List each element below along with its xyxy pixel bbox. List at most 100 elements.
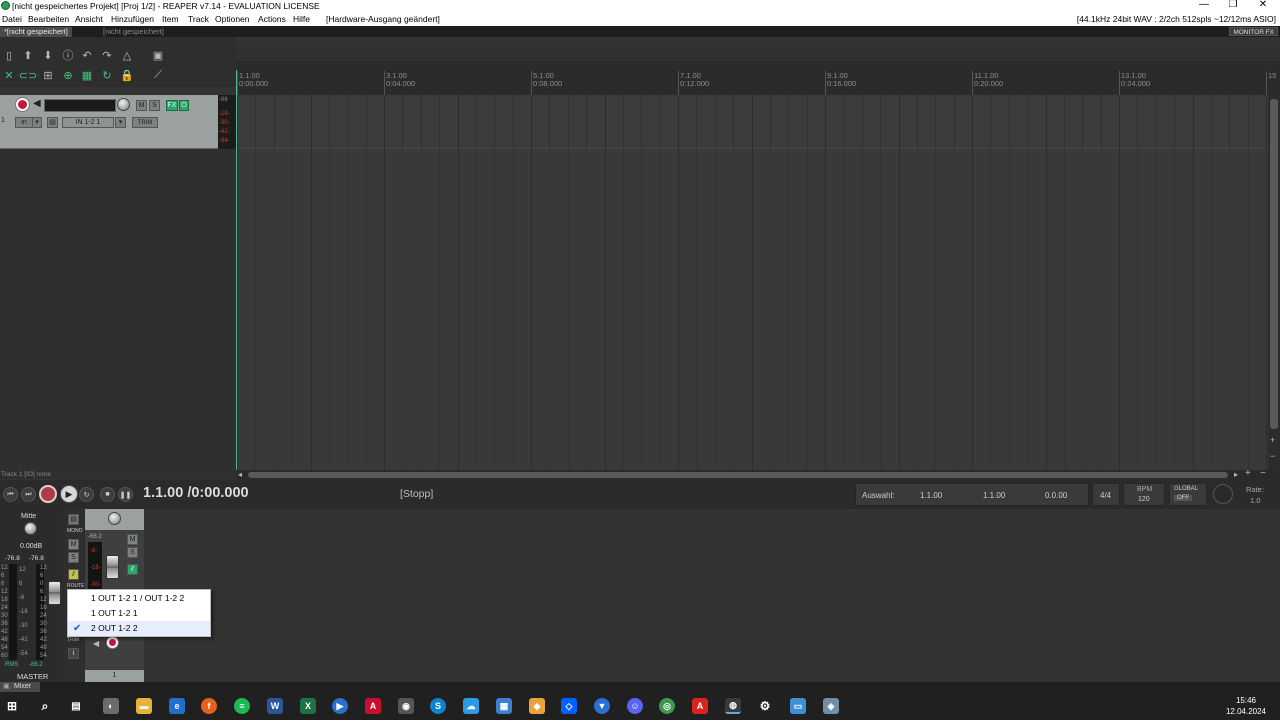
vertical-scroll-thumb[interactable] (1270, 99, 1278, 429)
search-icon[interactable]: ⌕ (37, 698, 53, 714)
master-info-button[interactable]: i (68, 648, 79, 659)
bpm-value[interactable]: 120 (1138, 496, 1150, 503)
metronome-icon[interactable]: △ (119, 48, 135, 62)
menu-track[interactable]: Track (188, 14, 209, 24)
task-view-icon[interactable]: ▤ (68, 698, 84, 714)
master-strip[interactable]: Mitte 0.00dB -76.8 -76.8 RMS -86.2 MASTE… (0, 509, 63, 682)
master-peak-right[interactable]: -76.8 (29, 555, 44, 562)
lock-icon[interactable]: 🔒 (119, 68, 135, 82)
strip-speaker-icon[interactable]: ◀ (93, 639, 99, 648)
selection-start[interactable]: 1.1.00 (920, 491, 942, 500)
word-icon[interactable]: W (267, 698, 283, 714)
cloud-icon[interactable]: ☁ (463, 698, 479, 714)
ruler-label[interactable]: 5.1.00 0:08.000 (533, 72, 562, 88)
close-button[interactable]: ✕ (1249, 0, 1277, 11)
input-chevron-icon[interactable]: ▾ (115, 117, 126, 128)
remote-desktop-icon[interactable]: ▭ (790, 698, 806, 714)
dropdown-item[interactable]: 1 OUT 1-2 1 / OUT 1-2 2 (68, 591, 210, 606)
trim-button[interactable]: TRIM (132, 117, 158, 128)
bpm-box[interactable]: BPM 120 (1123, 483, 1165, 506)
global-state[interactable]: OFF (1174, 495, 1192, 501)
ruler-label[interactable]: 11.1.00 0:20.000 (974, 72, 1003, 88)
scroll-right-icon[interactable]: ▸ (1234, 470, 1238, 479)
input-monitor-button[interactable]: in (15, 117, 33, 128)
shield-app-icon[interactable]: ◆ (529, 698, 545, 714)
time-signature-box[interactable]: 4/4 (1092, 483, 1120, 506)
mute-button[interactable]: M (136, 100, 147, 111)
horizontal-scrollbar[interactable]: ◂ ▸ + − (236, 468, 1280, 480)
ruler-region-strip[interactable] (236, 47, 1280, 61)
menu-bearbeiten[interactable]: Bearbeiten (28, 14, 69, 24)
dropdown-item[interactable]: 1 OUT 1-2 1 (68, 606, 210, 621)
loop-icon[interactable]: ↻ (99, 68, 115, 82)
play-button[interactable]: ▶ (60, 485, 78, 503)
master-peak-left[interactable]: -76.8 (5, 555, 20, 562)
audio-status[interactable]: [44.1kHz 24bit WAV : 2/2ch 512spls ~12/1… (1077, 14, 1276, 24)
playrate-knob[interactable] (1213, 484, 1233, 504)
menu-ansicht[interactable]: Ansicht (75, 14, 103, 24)
ruler-label[interactable]: 3.1.00 0:04.000 (386, 72, 415, 88)
amd-icon[interactable]: A (365, 698, 381, 714)
zoom-in-icon[interactable]: + (1270, 435, 1275, 445)
menu-optionen[interactable]: Optionen (215, 14, 250, 24)
time-signature[interactable]: 4/4 (1100, 491, 1111, 500)
calculator-icon[interactable]: ▦ (496, 698, 512, 714)
repeat-button[interactable]: ↻ (79, 487, 94, 502)
go-to-end-button[interactable]: ⏭ (21, 487, 36, 502)
open-project-icon[interactable]: ⬆ (20, 48, 36, 62)
global-automation-box[interactable]: GLOBAL OFF (1169, 483, 1207, 506)
vertical-scrollbar[interactable]: + − (1268, 95, 1280, 470)
menu-datei[interactable]: Datei (2, 14, 22, 24)
track-control-panel[interactable] (0, 95, 236, 470)
redo-icon[interactable]: ↷ (99, 48, 115, 62)
master-solo-button[interactable]: S (68, 552, 79, 563)
new-project-icon[interactable]: ▯ (1, 48, 17, 62)
selection-box[interactable]: Auswahl: 1.1.00 1.1.00 0.0.00 (855, 483, 1089, 506)
master-mono-icon[interactable]: ▤ (68, 514, 79, 525)
group-icon[interactable]: ⊕ (60, 68, 76, 82)
strip-peak[interactable]: -66.2 (88, 534, 102, 540)
ripple-icon[interactable]: ✕ (1, 68, 17, 82)
rate-value[interactable]: 1.0 (1250, 496, 1260, 505)
vpn-icon[interactable]: ▼ (594, 698, 610, 714)
maximize-button[interactable]: ❐ (1219, 0, 1247, 11)
track-name-field[interactable] (44, 99, 116, 112)
record-button[interactable] (39, 485, 57, 503)
master-name[interactable]: MASTER (17, 672, 48, 681)
dropbox-icon[interactable]: ◇ (561, 698, 577, 714)
media-player-icon[interactable]: ▶ (332, 698, 348, 714)
record-arm-button[interactable] (16, 98, 29, 111)
ruler-label[interactable]: 7.1.00 0:12.000 (680, 72, 709, 88)
maps-icon[interactable]: ◎ (659, 698, 675, 714)
record-mode-icon[interactable]: ▤ (47, 117, 58, 128)
master-mute-button[interactable]: M (68, 539, 79, 550)
ruler-label[interactable]: 13.1.00 0:24.000 (1121, 72, 1150, 88)
menu-hilfe[interactable]: Hilfe (293, 14, 310, 24)
strip-fader[interactable] (106, 555, 119, 579)
go-to-start-button[interactable]: ⏮ (3, 487, 18, 502)
tab-active-project[interactable]: *[nicht gespeichert] (0, 27, 72, 37)
master-volume-label[interactable]: 0.00dB (20, 543, 42, 550)
strip-route-icon[interactable]: ⫽ (127, 564, 138, 575)
output-routing-dropdown[interactable]: 1 OUT 1-2 1 / OUT 1-2 2 1 OUT 1-2 1 ✔ 2 … (67, 589, 211, 637)
volume-knob[interactable] (117, 98, 130, 111)
menu-item[interactable]: Item (162, 14, 179, 24)
snap-icon[interactable]: ▦ (79, 68, 95, 82)
speaker-icon[interactable]: ◀ (33, 98, 41, 109)
strip-number[interactable]: 1 (85, 670, 144, 682)
file-explorer-icon[interactable]: ▬ (136, 698, 152, 714)
skype-icon[interactable]: S (430, 698, 446, 714)
strip-pan-knob[interactable] (108, 512, 121, 525)
camera-icon[interactable]: ◉ (398, 698, 414, 714)
menu-actions[interactable]: Actions (258, 14, 286, 24)
solo-button[interactable]: S (149, 100, 160, 111)
time-position[interactable]: 1.1.00 /0:00.000 (143, 485, 249, 501)
hzoom-out-icon[interactable]: − (1260, 468, 1266, 479)
app-icon[interactable]: ◈ (823, 698, 839, 714)
fx-button[interactable]: FX (166, 100, 178, 111)
taskbar-clock[interactable]: 15:46 12.04.2024 (1226, 695, 1266, 717)
spotify-icon[interactable]: ≡ (234, 698, 250, 714)
stop-button[interactable]: ■ (100, 487, 115, 502)
ruler-label[interactable]: 1.1.00 0:00.000 (239, 72, 268, 88)
master-pan-knob[interactable] (24, 522, 37, 535)
